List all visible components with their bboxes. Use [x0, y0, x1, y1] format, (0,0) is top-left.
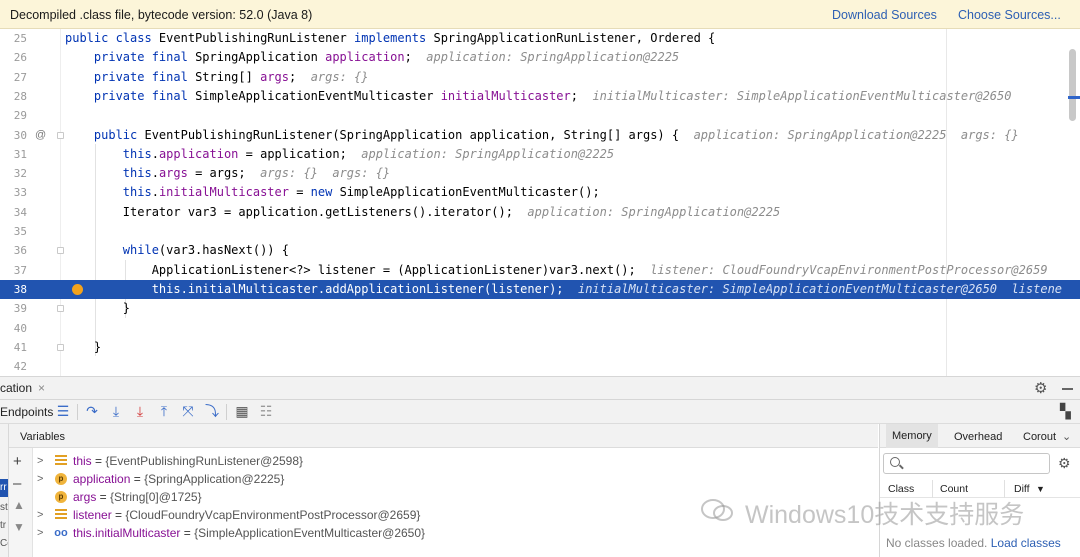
code-line[interactable]: 34 Iterator var3 = application.getListen…	[0, 203, 1080, 222]
code-line[interactable]: 36 while(var3.hasNext()) {	[0, 241, 1080, 260]
code-line[interactable]: 40	[0, 319, 1080, 338]
move-down-icon[interactable]: ▼	[13, 520, 25, 534]
memory-table-header: Class Count Diff ▼	[880, 480, 1080, 498]
current-execution-line[interactable]: 38 this.initialMulticaster.addApplicatio…	[0, 279, 1080, 300]
fold-icon[interactable]	[57, 131, 64, 139]
tab-memory[interactable]: Memory	[886, 424, 938, 448]
column-class[interactable]: Class	[888, 483, 914, 495]
trace-icon[interactable]: ☷	[257, 402, 275, 420]
code-line[interactable]: 41 }	[0, 338, 1080, 357]
gear-icon[interactable]: ⚙	[1058, 455, 1071, 472]
fold-icon[interactable]	[57, 305, 64, 313]
code-line[interactable]: 37 ApplicationListener<?> listener = (Ap…	[0, 261, 1080, 280]
gear-icon[interactable]: ⚙	[1034, 379, 1047, 397]
variable-row[interactable]: > oo this.initialMulticaster = {SimpleAp…	[33, 524, 878, 542]
parameter-icon: p	[55, 491, 67, 503]
code-line[interactable]: 42	[0, 357, 1080, 376]
move-up-icon[interactable]: ▲	[13, 498, 25, 512]
memory-search-input[interactable]	[883, 453, 1050, 474]
force-step-icon[interactable]: ⤧	[179, 402, 197, 420]
variable-row[interactable]: > listener = {CloudFoundryVcapEnvironmen…	[33, 506, 878, 524]
column-count[interactable]: Count	[940, 483, 968, 495]
chevron-right-icon[interactable]: >	[37, 470, 43, 488]
tab-overhead[interactable]: Overhead	[954, 431, 1002, 443]
minimize-icon[interactable]	[1062, 388, 1073, 390]
editor-scrollbar[interactable]	[1069, 49, 1076, 121]
scroll-marker	[1068, 96, 1080, 99]
variable-row[interactable]: > p application = {SpringApplication@222…	[33, 470, 878, 488]
banner-message: Decompiled .class file, bytecode version…	[10, 8, 313, 22]
variable-row[interactable]: > this = {EventPublishingRunListener@259…	[33, 452, 878, 470]
close-icon[interactable]: ×	[38, 381, 45, 395]
frames-panel: rr st tr Cc	[0, 424, 9, 557]
object-list-icon	[55, 455, 67, 467]
code-line[interactable]: 26 private final SpringApplication appli…	[0, 48, 1080, 67]
step-out-icon[interactable]: ⤒	[155, 402, 173, 420]
code-line[interactable]: 30 @ public EventPublishingRunListener(S…	[0, 126, 1080, 145]
code-line[interactable]: 27 private final String[] args; args: {}	[0, 68, 1080, 87]
code-editor[interactable]: 25 public class EventPublishingRunListen…	[0, 29, 1080, 376]
sort-down-icon[interactable]: ▼	[1036, 484, 1045, 494]
choose-sources-link[interactable]: Choose Sources...	[958, 8, 1061, 22]
code-line[interactable]: 33 this.initialMulticaster = new SimpleA…	[0, 183, 1080, 202]
debug-session-tab[interactable]: cation	[0, 381, 32, 395]
remove-watch-icon[interactable]: –	[13, 475, 21, 492]
code-line[interactable]: 31 this.application = application; appli…	[0, 145, 1080, 164]
evaluate-expression-icon[interactable]: ▦	[233, 402, 251, 420]
code-line[interactable]: 29	[0, 106, 1080, 125]
show-execution-point-icon[interactable]: ↷	[83, 402, 101, 420]
watch-glasses-icon: oo	[54, 527, 68, 539]
menu-icon[interactable]: ☰	[54, 402, 72, 420]
memory-empty-text: No classes loaded.	[886, 536, 988, 550]
search-icon	[890, 457, 900, 467]
chevron-right-icon[interactable]: >	[37, 524, 43, 542]
endpoints-tab[interactable]: Endpoints	[0, 405, 53, 419]
code-line[interactable]: 25 public class EventPublishingRunListen…	[0, 29, 1080, 48]
tab-coroutines[interactable]: Corout	[1023, 431, 1056, 443]
parameter-icon: p	[55, 473, 67, 485]
code-line[interactable]: 32 this.args = args; args: {} args: {}	[0, 164, 1080, 183]
variables-title: Variables	[20, 431, 66, 443]
chevron-right-icon[interactable]: >	[37, 506, 43, 524]
chevron-down-icon[interactable]: ⌄	[1062, 430, 1071, 443]
step-into-icon[interactable]: ⤓	[131, 402, 149, 420]
object-list-icon	[55, 509, 67, 521]
load-classes-link[interactable]: Load classes	[991, 536, 1061, 550]
override-marker-icon[interactable]: @	[35, 126, 46, 145]
memory-panel: Memory Overhead Corout ⌄ ⚙ Class Count D…	[879, 424, 1080, 557]
chevron-right-icon[interactable]: >	[37, 452, 43, 470]
debug-toolbar: Endpoints ☰ ↷ ⤓ ⤓ ⤒ ⤧ ⤵ ▦ ☷ ▚	[0, 400, 1080, 424]
variables-panel: Variables + – ▲ ▼ > this = {EventPublish…	[9, 424, 878, 557]
code-line[interactable]: 35	[0, 222, 1080, 241]
add-watch-icon[interactable]: +	[13, 453, 22, 470]
code-line[interactable]: 28 private final SimpleApplicationEventM…	[0, 87, 1080, 106]
step-over-icon[interactable]: ⤓	[107, 402, 125, 420]
code-line[interactable]: 39 }	[0, 299, 1080, 318]
run-to-cursor-icon[interactable]: ⤵	[203, 402, 221, 420]
debug-tool-window-header: cation × ⚙	[0, 376, 1080, 400]
column-diff[interactable]: Diff	[1014, 483, 1030, 495]
layout-icon[interactable]: ▚	[1060, 403, 1071, 420]
variable-row[interactable]: p args = {String[0]@1725}	[33, 488, 878, 506]
fold-icon[interactable]	[57, 343, 64, 351]
fold-icon[interactable]	[57, 247, 64, 255]
download-sources-link[interactable]: Download Sources	[832, 8, 937, 22]
decompiled-banner: Decompiled .class file, bytecode version…	[0, 0, 1080, 29]
